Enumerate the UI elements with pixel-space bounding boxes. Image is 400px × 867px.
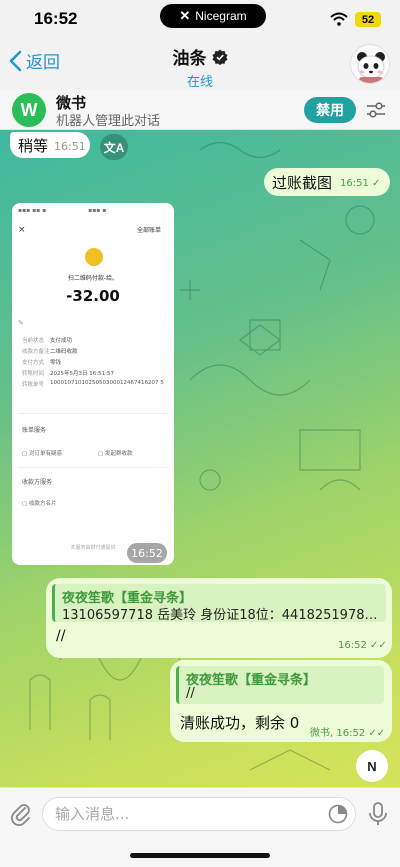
payment-receipt-image[interactable]: ▪▪▪ ▪▪ ▪ ▪▪▪ ▪ × 全部账单 扫二维码付款-给。 -32.00 ✎… — [12, 203, 174, 565]
receipt-section-title: 账单服务 — [22, 427, 47, 434]
receipt-merchant: 扫二维码付款-给。 — [67, 275, 119, 282]
bot-bar: W 微书 机器人管理此对话 禁用 — [0, 90, 400, 130]
receipt-row: 收款方备注 二维码收款 — [22, 349, 78, 355]
quoted-message[interactable]: 夜夜笙歌【重金寻条】 // — [176, 666, 384, 704]
message-bubble-outgoing[interactable]: 夜夜笙歌【重金寻条】 // 清账成功，剩余 0 微书, 16:52 ✓✓ — [170, 660, 392, 742]
avatar[interactable] — [350, 44, 390, 84]
home-indicator[interactable] — [130, 853, 270, 858]
message-text: 清账成功，剩余 0 — [180, 714, 300, 732]
panda-avatar-icon — [351, 45, 389, 83]
online-status: 在线 — [186, 75, 213, 90]
edit-icon: ✎ — [18, 319, 24, 327]
island-label: Nicegram — [195, 9, 247, 23]
receipt-row: 转账单号 1000107101025050300012467416207 5 — [22, 380, 164, 388]
receipt-close-icon: × — [18, 225, 26, 235]
verified-badge-icon — [212, 49, 227, 65]
quoted-sender: 夜夜笙歌【重金寻条】 — [186, 673, 317, 688]
receipt-section-title: 收款方服务 — [22, 479, 53, 486]
message-time: 微书, 16:52 ✓✓ — [310, 728, 386, 739]
receipt-action: ▢ 发起群收款 — [98, 451, 133, 457]
settings-sliders-icon[interactable] — [365, 99, 387, 121]
receipt-row: 支付方式 零钱 — [22, 360, 62, 366]
wifi-icon — [330, 12, 348, 26]
message-text: 稍等 — [18, 137, 49, 155]
chat-area[interactable]: 稍等 16:51 文A 过账截图 16:51 ✓ ▪▪▪ ▪▪ ▪ ▪▪▪ ▪ … — [0, 130, 400, 787]
bot-description: 机器人管理此对话 — [56, 114, 161, 129]
divider — [18, 467, 168, 468]
dynamic-island: ✕ Nicegram — [160, 4, 266, 28]
receipt-status-bar: ▪▪▪ ▪▪ ▪ ▪▪▪ ▪ — [18, 207, 107, 214]
message-time: 16:51 ✓ — [340, 178, 381, 189]
divider — [18, 413, 168, 414]
image-time-badge: 16:52 — [127, 543, 167, 563]
quoted-text: // — [186, 686, 195, 701]
microphone-icon[interactable] — [368, 801, 388, 827]
chat-title: 油条 — [172, 49, 207, 69]
message-text: // — [56, 628, 66, 644]
nicegram-logo-icon: ✕ — [179, 8, 191, 23]
status-time: 16:52 — [34, 9, 78, 28]
translate-icon[interactable]: 文A — [100, 134, 128, 160]
quoted-text: 13106597718 岳美玲 身份证18位：44182519781... — [62, 608, 382, 623]
receipt-all-bills-link: 全部账单 — [137, 227, 162, 234]
message-text: 过账截图 — [272, 174, 333, 192]
message-input[interactable] — [42, 797, 356, 831]
message-bubble-outgoing[interactable]: 夜夜笙歌【重金寻条】 13106597718 岳美玲 身份证18位：441825… — [46, 578, 392, 658]
receipt-row: 转账时间 2025年5月3日 16:51:57 — [22, 371, 114, 377]
status-bar: 16:52 ✕ Nicegram 52 — [0, 0, 400, 38]
receipt-details: 当前状态 支付成功 收款方备注 二维码收款 支付方式 零钱 转账时间 2025年5月3日… — [22, 336, 170, 400]
merchant-coin-icon — [85, 248, 103, 266]
ban-button[interactable]: 禁用 — [304, 97, 356, 123]
nicegram-scroll-button[interactable]: N — [356, 750, 388, 782]
message-time: 16:51 — [54, 140, 86, 153]
input-bar — [0, 787, 400, 839]
quoted-message[interactable]: 夜夜笙歌【重金寻条】 13106597718 岳美玲 身份证18位：441825… — [52, 584, 386, 623]
message-bubble-incoming[interactable]: 稍等 16:51 — [10, 132, 90, 158]
chat-header: 返回 油条 在线 — [0, 38, 400, 90]
sticker-icon[interactable] — [328, 804, 348, 824]
message-bubble-outgoing[interactable]: 过账截图 16:51 ✓ — [264, 168, 390, 196]
receipt-action: ▢ 对订单有疑惑 — [22, 451, 62, 457]
message-time: 16:52 ✓✓ — [338, 640, 387, 651]
receipt-row: 当前状态 支付成功 — [22, 338, 73, 344]
paperclip-icon[interactable] — [9, 802, 33, 826]
bot-logo-icon: W — [12, 93, 46, 127]
chat-title-area[interactable]: 油条 在线 — [0, 44, 400, 90]
home-area — [0, 839, 400, 867]
receipt-amount: -32.00 — [66, 287, 120, 305]
battery-icon: 52 — [355, 12, 381, 27]
receipt-action: ▢ 收款方名片 — [22, 501, 57, 507]
